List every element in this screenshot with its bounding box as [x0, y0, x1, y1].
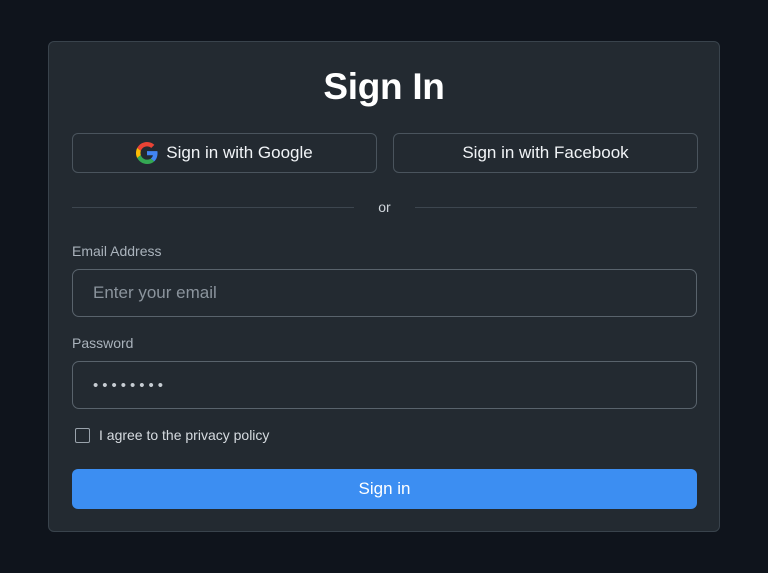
password-label: Password	[72, 335, 134, 351]
privacy-agreement[interactable]: I agree to the privacy policy	[75, 427, 269, 443]
google-sign-in-button[interactable]: Sign in with Google	[72, 133, 377, 173]
email-field[interactable]	[72, 269, 697, 317]
sign-in-card: Sign In Sign in with Google Sign in with…	[48, 41, 720, 532]
password-field[interactable]: ••••••••	[72, 361, 697, 409]
google-icon	[136, 142, 158, 164]
google-button-label: Sign in with Google	[166, 143, 313, 162]
divider-line-right	[415, 207, 697, 208]
page-title: Sign In	[323, 66, 445, 107]
facebook-sign-in-button[interactable]: Sign in with Facebook	[393, 133, 698, 173]
password-masked-value: ••••••••	[93, 376, 168, 394]
facebook-button-label: Sign in with Facebook	[462, 143, 629, 162]
privacy-agreement-label: I agree to the privacy policy	[99, 427, 270, 443]
or-divider: or	[72, 198, 697, 218]
privacy-checkbox[interactable]	[75, 427, 90, 443]
sign-in-button[interactable]: Sign in	[72, 469, 697, 509]
email-label: Email Address	[72, 243, 162, 259]
